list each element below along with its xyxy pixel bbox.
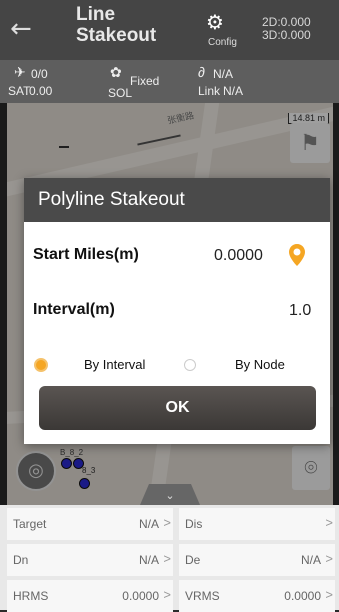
ok-button[interactable]: OK [39,386,316,430]
by-interval-label[interactable]: By Interval [84,357,145,372]
dis-label: Dis [185,517,203,531]
sol-label: SOL [108,86,133,100]
de-value: N/A [300,553,321,567]
sol-icon: ✿ [110,64,122,80]
start-miles-input[interactable]: 0.0000 [214,247,263,265]
link-value: N/A [213,67,234,81]
target-cell[interactable]: Target N/A > [7,508,173,540]
config-button-label[interactable]: Config [208,37,237,48]
interval-row: Interval(m) 1.0 [24,291,330,331]
hrms-value: 0.0000 [122,589,159,603]
chevron-right-icon: > [163,515,171,530]
vrms-label: VRMS [185,589,220,603]
start-miles-row: Start Miles(m) 0.0000 [24,236,330,276]
chevron-right-icon: > [325,551,333,566]
vrms-cell[interactable]: VRMS 0.0000 > [179,580,335,612]
coord-3d: 3D:0.000 [262,28,311,42]
hrms-label: HRMS [13,589,49,603]
dn-value: N/A [138,553,159,567]
radio-by-interval[interactable] [34,358,48,372]
status-bar: ✈ 0/0 SAT 0.00 ✿ Fixed SOL ∂ N/A Link N/… [0,60,339,103]
sat-label: SAT [8,84,31,98]
satellite-icon: ✈ [14,65,26,81]
back-arrow-icon[interactable]: ← [10,14,32,44]
chevron-right-icon: > [325,587,333,602]
link-sub: N/A [223,84,244,98]
dialog-title: Polyline Stakeout [38,189,185,210]
target-value: N/A [138,517,159,531]
dis-cell[interactable]: Dis > [179,508,335,540]
chevron-right-icon: > [163,587,171,602]
start-miles-label: Start Miles(m) [33,246,139,263]
chevron-right-icon: > [325,515,333,530]
de-cell[interactable]: De N/A > [179,544,335,576]
radio-by-node[interactable] [184,359,196,371]
polyline-stakeout-dialog: Polyline Stakeout Start Miles(m) 0.0000 … [24,178,330,444]
location-pin-icon[interactable] [288,243,306,267]
info-grid: Target N/A > Dis > Dn N/A > De N/A > HRM… [0,505,339,612]
interval-label: Interval(m) [33,301,115,318]
link-icon: ∂ [198,64,205,80]
target-label: Target [13,517,47,531]
sat-value: 0/0 [31,67,48,81]
dn-label: Dn [13,553,29,567]
interval-input[interactable]: 1.0 [289,302,311,320]
gear-icon[interactable]: ⚙ [206,10,224,34]
sat-number: 0.00 [29,84,53,98]
dialog-header: Polyline Stakeout [24,178,330,222]
coord-readout: 2D:0.000 3D:0.000 [262,16,311,42]
sol-value: Fixed [130,74,160,88]
by-node-label[interactable]: By Node [235,357,285,372]
top-bar: ← Line Stakeout ⚙ Config 2D:0.000 3D:0.0… [0,0,339,60]
vrms-value: 0.0000 [284,589,321,603]
chevron-down-icon[interactable]: ⌄ [140,484,200,505]
dn-cell[interactable]: Dn N/A > [7,544,173,576]
link-label: Link [198,84,221,98]
de-label: De [185,553,201,567]
page-title: Line Stakeout [76,4,157,46]
hrms-cell[interactable]: HRMS 0.0000 > [7,580,173,612]
chevron-right-icon: > [163,551,171,566]
